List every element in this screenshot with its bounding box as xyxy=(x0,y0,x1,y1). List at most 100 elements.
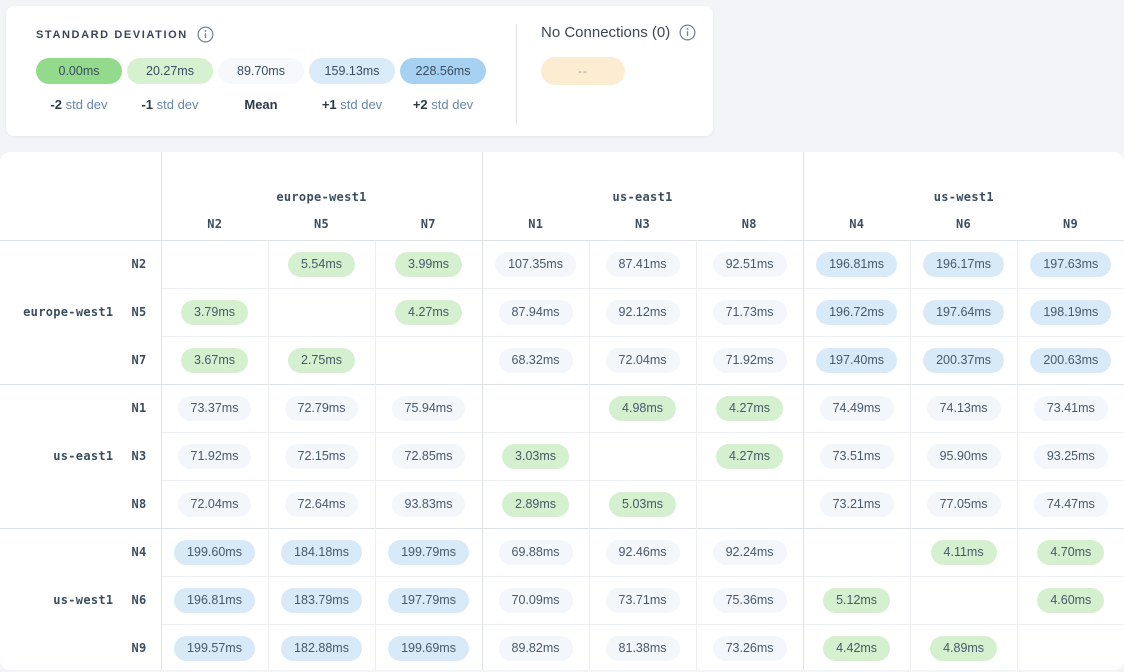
latency-value-pill: 72.85ms xyxy=(392,444,466,469)
latency-value-pill: 87.94ms xyxy=(499,300,573,325)
row-region-label: europe-west1 xyxy=(23,305,113,319)
latency-cell: 184.18ms xyxy=(268,528,375,576)
latency-cell: 95.90ms xyxy=(910,432,1017,480)
row-header: us-west1 N6 xyxy=(0,576,161,624)
latency-value-pill: 2.75ms xyxy=(288,348,355,373)
latency-value-pill: 92.12ms xyxy=(606,300,680,325)
table-row: N7 3.67ms2.75ms68.32ms72.04ms71.92ms197.… xyxy=(0,336,1124,384)
latency-cell: 69.88ms xyxy=(482,528,589,576)
latency-cell: 183.79ms xyxy=(268,576,375,624)
latency-cell: 3.79ms xyxy=(161,288,268,336)
latency-cell xyxy=(161,240,268,288)
latency-value-pill: 5.54ms xyxy=(288,252,355,277)
latency-cell: 74.47ms xyxy=(1017,480,1124,528)
latency-value-pill: 199.79ms xyxy=(388,540,469,565)
latency-cell: 89.82ms xyxy=(482,624,589,670)
table-row: N1 73.37ms72.79ms75.94ms4.98ms4.27ms74.4… xyxy=(0,384,1124,432)
latency-value-pill: 196.81ms xyxy=(174,588,255,613)
latency-cell: 77.05ms xyxy=(910,480,1017,528)
latency-cell: 81.38ms xyxy=(589,624,696,670)
legend-caption: +1 std dev xyxy=(309,97,395,112)
latency-value-pill: 89.82ms xyxy=(499,636,573,661)
latency-value-pill: 72.64ms xyxy=(285,492,359,517)
latency-value-pill: 197.64ms xyxy=(923,300,1004,325)
latency-value-pill: 197.79ms xyxy=(388,588,469,613)
latency-cell: 92.51ms xyxy=(696,240,803,288)
latency-cell: 75.36ms xyxy=(696,576,803,624)
legend-pill: 20.27ms xyxy=(127,58,213,84)
no-connections-label: No Connections (0) xyxy=(541,24,670,41)
latency-value-pill: 183.79ms xyxy=(281,588,362,613)
latency-value-pill: 93.25ms xyxy=(1034,444,1108,469)
latency-table: europe-west1us-east1us-west1 N2N5N7N1N3N… xyxy=(0,152,1124,670)
latency-cell: 4.70ms xyxy=(1017,528,1124,576)
legend-card: STANDARD DEVIATION 0.00ms20.27ms89.70ms1… xyxy=(6,6,713,136)
column-header: N5 xyxy=(268,208,375,240)
latency-value-pill: 92.24ms xyxy=(713,540,787,565)
latency-value-pill: 197.40ms xyxy=(816,348,897,373)
latency-value-pill: 4.60ms xyxy=(1037,588,1104,613)
info-icon[interactable] xyxy=(679,24,696,41)
latency-value-pill: 77.05ms xyxy=(927,492,1001,517)
latency-cell: 87.94ms xyxy=(482,288,589,336)
latency-value-pill: 4.70ms xyxy=(1037,540,1104,565)
latency-cell: 71.92ms xyxy=(696,336,803,384)
std-dev-legend: STANDARD DEVIATION 0.00ms20.27ms89.70ms1… xyxy=(6,6,486,136)
latency-value-pill: 75.36ms xyxy=(713,588,787,613)
row-node-label: N2 xyxy=(131,257,146,271)
corner-cell xyxy=(0,152,161,240)
latency-value-pill: 5.12ms xyxy=(823,588,890,613)
latency-cell: 70.09ms xyxy=(482,576,589,624)
row-node-label: N7 xyxy=(131,353,146,367)
info-icon[interactable] xyxy=(197,26,214,43)
latency-cell: 3.03ms xyxy=(482,432,589,480)
latency-cell: 4.42ms xyxy=(803,624,910,670)
latency-value-pill: 72.15ms xyxy=(285,444,359,469)
latency-cell: 196.17ms xyxy=(910,240,1017,288)
latency-value-pill: 74.49ms xyxy=(820,396,894,421)
latency-cell: 199.60ms xyxy=(161,528,268,576)
latency-cell: 5.54ms xyxy=(268,240,375,288)
latency-cell xyxy=(482,384,589,432)
latency-cell: 4.11ms xyxy=(910,528,1017,576)
latency-value-pill: 107.35ms xyxy=(495,252,576,277)
latency-cell: 4.27ms xyxy=(696,384,803,432)
latency-cell: 93.83ms xyxy=(375,480,482,528)
latency-cell: 72.64ms xyxy=(268,480,375,528)
latency-cell: 73.41ms xyxy=(1017,384,1124,432)
latency-cell: 4.98ms xyxy=(589,384,696,432)
latency-cell: 196.72ms xyxy=(803,288,910,336)
latency-cell: 73.51ms xyxy=(803,432,910,480)
latency-cell: 4.60ms xyxy=(1017,576,1124,624)
column-header: N7 xyxy=(375,208,482,240)
latency-cell xyxy=(268,288,375,336)
table-row: europe-west1 N5 3.79ms4.27ms87.94ms92.12… xyxy=(0,288,1124,336)
table-row: us-west1 N6 196.81ms 183.79ms 197.79ms 70.0… xyxy=(0,576,1124,624)
column-header: N2 xyxy=(161,208,268,240)
latency-cell: 199.57ms xyxy=(161,624,268,670)
region-header: us-east1 xyxy=(482,152,803,208)
latency-value-pill: 68.32ms xyxy=(499,348,573,373)
latency-value-pill: 73.51ms xyxy=(820,444,894,469)
latency-cell: 4.27ms xyxy=(696,432,803,480)
column-header: N1 xyxy=(482,208,589,240)
region-header-row: europe-west1us-east1us-west1 xyxy=(0,152,1124,208)
latency-cell: 72.04ms xyxy=(589,336,696,384)
no-connection-pill: -- xyxy=(541,57,625,85)
latency-cell: 2.75ms xyxy=(268,336,375,384)
latency-value-pill: 2.89ms xyxy=(502,492,569,517)
latency-value-pill: 75.94ms xyxy=(392,396,466,421)
no-connections-legend: No Connections (0) -- xyxy=(517,6,696,136)
latency-value-pill: 3.79ms xyxy=(181,300,248,325)
latency-cell: 73.37ms xyxy=(161,384,268,432)
latency-value-pill: 74.13ms xyxy=(927,396,1001,421)
legend-caption: Mean xyxy=(218,97,304,112)
table-row: us-east1 N3 71.92ms72.15ms72.85ms3.03ms4… xyxy=(0,432,1124,480)
latency-cell: 75.94ms xyxy=(375,384,482,432)
latency-cell: 107.35ms xyxy=(482,240,589,288)
latency-value-pill: 73.37ms xyxy=(178,396,252,421)
table-row: N4 199.60ms184.18ms199.79ms69.88ms92.46m… xyxy=(0,528,1124,576)
column-header: N6 xyxy=(910,208,1017,240)
latency-value-pill: 71.73ms xyxy=(713,300,787,325)
latency-cell: 73.26ms xyxy=(696,624,803,670)
